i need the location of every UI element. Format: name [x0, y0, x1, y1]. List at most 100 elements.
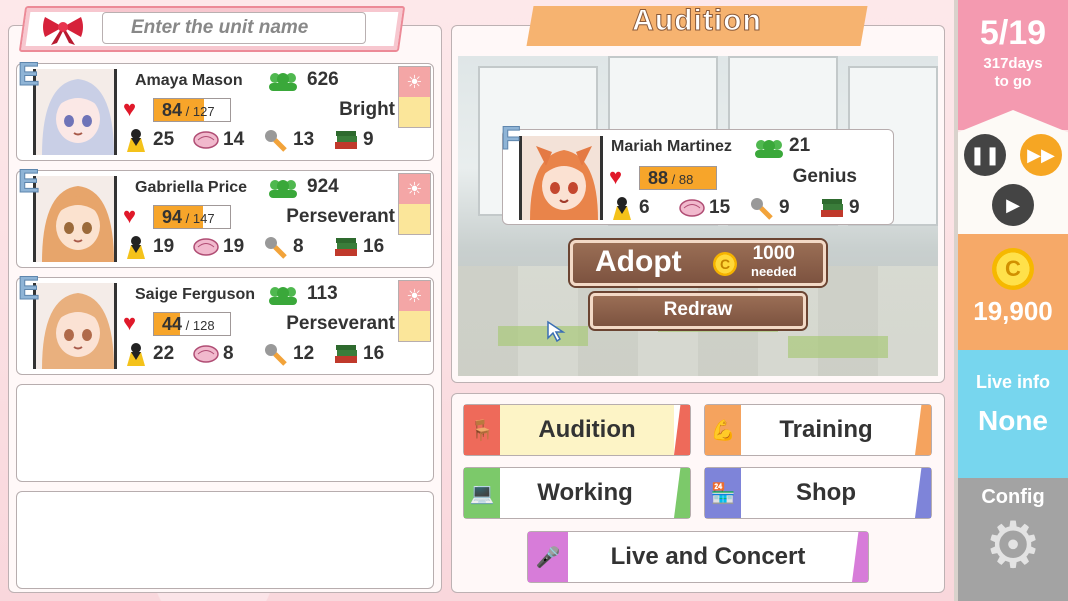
- unit-trait: Bright: [339, 99, 395, 120]
- microphone-stat-icon: [263, 235, 289, 259]
- unit-rank: E: [17, 270, 40, 307]
- coin-icon: C: [713, 252, 737, 276]
- training-menu-icon: 💪: [705, 405, 741, 455]
- fans-icon: [755, 140, 783, 158]
- unit-fans: 924: [307, 176, 339, 197]
- audition-title: Audition: [632, 4, 762, 38]
- live-info-panel[interactable]: Live info None: [958, 350, 1068, 478]
- candidate-rank: F: [501, 120, 522, 157]
- microphone-menu-icon: 🎤: [528, 532, 568, 582]
- config-label: Config: [981, 486, 1045, 508]
- book-stat-icon: [819, 196, 845, 220]
- unit-trait: Perseverant: [286, 313, 395, 334]
- unit-hp-bar: 84 / 127: [153, 98, 231, 122]
- dance-stat-icon: [123, 235, 149, 259]
- vocal-stat-icon: [193, 128, 219, 152]
- candidate-portrait: [519, 136, 603, 220]
- unit-hp-max: 147: [192, 211, 215, 226]
- ribbon-icon: [40, 12, 86, 46]
- unit-rank: E: [17, 56, 40, 93]
- unit-hp: 94: [162, 207, 183, 227]
- unit-search-input[interactable]: [102, 12, 366, 44]
- unit-stats: 19 19 8 16: [123, 235, 403, 259]
- microphone-stat-icon: [749, 196, 775, 220]
- dance-stat-icon: [123, 128, 149, 152]
- candidate-fans: 21: [789, 135, 811, 156]
- gold-amount: 19,900: [973, 296, 1053, 326]
- unit-hp: 84: [162, 100, 183, 120]
- unit-status-swatch: ☀: [398, 280, 431, 342]
- unit-fans: 626: [307, 69, 339, 90]
- unit-name: Gabriella Price: [135, 179, 248, 196]
- redraw-button[interactable]: Redraw: [590, 293, 806, 329]
- gold-coin-icon: C: [992, 248, 1034, 290]
- sun-icon: ☀: [399, 281, 430, 311]
- microphone-stat-icon: [263, 342, 289, 366]
- adopt-label: Adopt: [595, 245, 682, 278]
- unit-status-swatch: ☀: [398, 66, 431, 128]
- unit-hp-max: 127: [192, 104, 215, 119]
- gear-icon: ⚙: [984, 509, 1042, 581]
- adopt-button[interactable]: Adopt C 1000 needed: [570, 240, 826, 286]
- sun-icon: ☀: [399, 174, 430, 204]
- unit-card[interactable]: E Amaya Mason 626 ♥ 84 / 127 Bright 25 1…: [16, 56, 434, 161]
- training-menu-button[interactable]: 💪 Training: [704, 404, 932, 456]
- sun-icon: ☀: [399, 67, 430, 97]
- speed-controls: ❚❚ ▶▶ ▶: [958, 110, 1068, 234]
- shop-menu-icon: 🏪: [705, 468, 741, 518]
- audition-menu-button[interactable]: 🪑 Audition: [463, 404, 691, 456]
- unit-card[interactable]: E Saige Ferguson 113 ♥ 44 / 128 Persever…: [16, 270, 434, 375]
- heart-icon: ♥: [123, 203, 137, 228]
- heart-icon: ♥: [123, 310, 137, 335]
- candidate-hp: 88: [648, 168, 669, 188]
- cursor-icon: [547, 320, 566, 342]
- dance-stat-icon: [609, 196, 635, 220]
- unit-rank: E: [17, 163, 40, 200]
- vocal-stat-icon: [679, 196, 705, 220]
- book-stat-icon: [333, 235, 359, 259]
- live-info-value: None: [978, 405, 1048, 436]
- empty-unit-slot[interactable]: [16, 491, 434, 589]
- vocal-stat-icon: [193, 235, 219, 259]
- unit-stats: 25 14 13 9: [123, 128, 403, 152]
- fast-forward-button[interactable]: ▶▶: [1020, 134, 1062, 176]
- unit-stats: 22 8 12 16: [123, 342, 403, 366]
- unit-hp-bar: 44 / 128: [153, 312, 231, 336]
- working-menu-button[interactable]: 💻 Working: [463, 467, 691, 519]
- live-info-title: Live info: [975, 372, 1050, 392]
- unit-portrait: [33, 176, 117, 262]
- fans-icon: [269, 287, 297, 305]
- play-button[interactable]: ▶: [992, 184, 1034, 226]
- current-date: 5/19: [979, 14, 1047, 52]
- empty-unit-slot[interactable]: [16, 384, 434, 482]
- unit-hp-bar: 94 / 147: [153, 205, 231, 229]
- fans-icon: [269, 73, 297, 91]
- config-button[interactable]: Config ⚙: [958, 478, 1068, 601]
- candidate-trait: Genius: [792, 166, 857, 187]
- microphone-stat-icon: [263, 128, 289, 152]
- book-stat-icon: [333, 342, 359, 366]
- candidate-hp-max: 88: [678, 172, 694, 187]
- candidate-stats: 6 15 9 9: [609, 196, 889, 220]
- unit-hp-max: 128: [192, 318, 215, 333]
- candidate-card: F Mariah Martinez 21 ♥ 88 / 88 Genius 6 …: [501, 120, 894, 225]
- live-and-concert-menu-button[interactable]: 🎤 Live and Concert: [527, 531, 869, 583]
- gold-panel: C 19,900: [958, 234, 1068, 350]
- working-menu-icon: 💻: [464, 468, 500, 518]
- heart-icon: ♥: [123, 96, 137, 121]
- unit-name: Saige Ferguson: [135, 286, 256, 303]
- unit-name: Amaya Mason: [135, 72, 243, 89]
- unit-portrait: [33, 69, 117, 155]
- unit-hp: 44: [162, 314, 183, 334]
- shop-menu-button[interactable]: 🏪 Shop: [704, 467, 932, 519]
- right-sidebar: 5/19 317days to go ❚❚ ▶▶ ▶ C 19,900 Live …: [958, 0, 1068, 601]
- days-remaining: 317days to go: [983, 55, 1043, 90]
- unit-fans: 113: [307, 283, 338, 304]
- dance-stat-icon: [123, 342, 149, 366]
- vocal-stat-icon: [193, 342, 219, 366]
- unit-trait: Perseverant: [286, 206, 395, 227]
- adopt-cost: 1000 needed: [751, 243, 797, 279]
- unit-card[interactable]: E Gabriella Price 924 ♥ 94 / 147 Perseve…: [16, 163, 434, 268]
- pause-button[interactable]: ❚❚: [964, 134, 1006, 176]
- audition-menu-icon: 🪑: [464, 405, 500, 455]
